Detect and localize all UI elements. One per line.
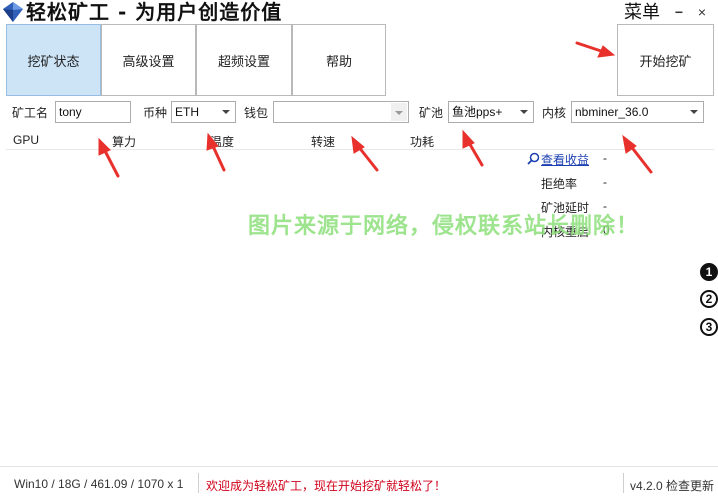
side-button-2[interactable]: 2	[700, 290, 718, 308]
side-button-3[interactable]: 3	[700, 318, 718, 336]
kernel-select-value: nbminer_36.0	[575, 105, 649, 119]
wallet-dropdown-button[interactable]	[391, 103, 407, 121]
pool-select[interactable]: 鱼池pps+	[448, 101, 534, 123]
status-bar: Win10 / 18G / 461.09 / 1070 x 1 欢迎成为轻松矿工…	[0, 466, 718, 500]
kernel-label: 内核	[542, 106, 567, 120]
pool-select-value: 鱼池pps+	[452, 105, 503, 119]
tab-help[interactable]: 帮助	[292, 24, 386, 96]
column-hashrate: 算力	[112, 135, 137, 149]
column-gpu: GPU	[13, 133, 40, 147]
view-earnings-value: -	[603, 151, 607, 165]
wallet-input[interactable]	[273, 101, 409, 123]
tab-advanced-settings[interactable]: 高级设置	[101, 24, 196, 96]
title-bar: 轻松矿工 - 为用户创造价值 菜单 − ×	[0, 0, 718, 24]
welcome-message: 欢迎成为轻松矿工，现在开始挖矿就轻松了！	[206, 479, 447, 493]
view-earnings-link[interactable]: 查看收益	[541, 151, 589, 168]
system-info: Win10 / 18G / 461.09 / 1070 x 1	[14, 477, 184, 491]
reject-rate-value: -	[603, 175, 607, 189]
column-fan-speed: 转速	[311, 135, 336, 149]
search-icon	[527, 152, 540, 165]
start-mining-button[interactable]: 开始挖矿	[617, 24, 714, 96]
wallet-label: 钱包	[244, 106, 269, 120]
watermark-text: 图片来源于网络，侵权联系站长删除！	[248, 213, 640, 238]
menu-button[interactable]: 菜单	[624, 0, 660, 24]
app-title: 轻松矿工 - 为用户创造价值	[26, 0, 283, 24]
column-power: 功耗	[410, 135, 435, 149]
coin-select-value: ETH	[175, 105, 199, 119]
status-divider	[198, 473, 199, 493]
chevron-down-icon	[395, 111, 403, 115]
pool-label: 矿池	[419, 106, 444, 120]
chevron-down-icon	[520, 110, 528, 114]
coin-select[interactable]: ETH	[171, 101, 236, 123]
minimize-button[interactable]: −	[669, 2, 689, 22]
coin-label: 币种	[143, 106, 168, 120]
gpu-table-header: GPU 算力 温度 转速 功耗	[6, 130, 714, 150]
close-button[interactable]: ×	[692, 2, 712, 22]
chevron-down-icon	[222, 110, 230, 114]
version-check-update[interactable]: v4.2.0 检查更新	[630, 477, 714, 494]
status-divider	[623, 473, 624, 493]
column-temperature: 温度	[210, 135, 235, 149]
miner-name-input[interactable]: tony	[55, 101, 131, 123]
reject-rate-label: 拒绝率	[541, 177, 578, 191]
tab-mining-status[interactable]: 挖矿状态	[6, 24, 101, 96]
app-logo-icon	[3, 2, 23, 22]
tab-overclock-settings[interactable]: 超频设置	[196, 24, 292, 96]
chevron-down-icon	[690, 110, 698, 114]
miner-name-label: 矿工名	[12, 106, 49, 120]
side-button-1[interactable]: 1	[700, 263, 718, 281]
kernel-select[interactable]: nbminer_36.0	[571, 101, 704, 123]
arrow-icon	[575, 41, 616, 58]
